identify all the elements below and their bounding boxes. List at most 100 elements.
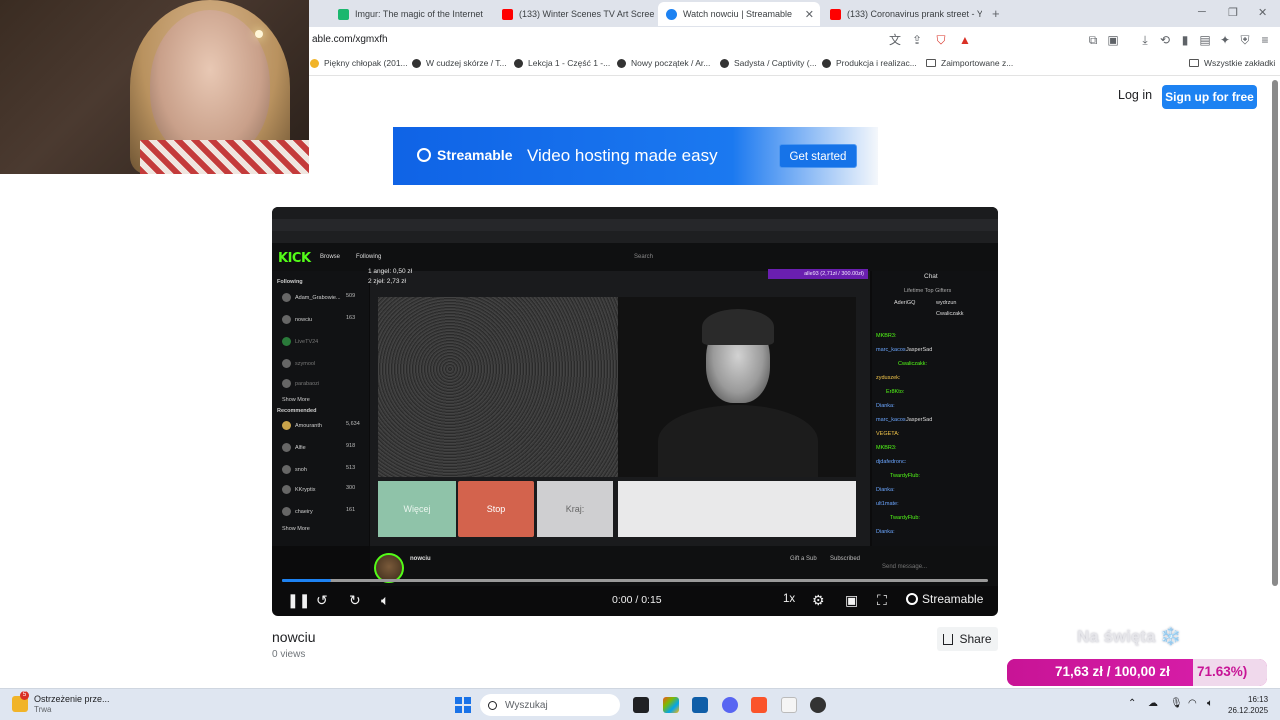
bookmark-item[interactable]: Nowy początek / Ar...	[617, 58, 710, 68]
get-started-button[interactable]: Get started	[779, 144, 857, 168]
bookmark-item[interactable]: Piękny chłopak (201...	[310, 58, 408, 68]
brave-shield-icon[interactable]: ⛉	[934, 33, 948, 47]
minimize-icon[interactable]: ─	[1198, 6, 1206, 18]
chat-text: JasperSad	[906, 347, 933, 353]
pause-icon[interactable]: ❚❚	[287, 591, 310, 609]
chat-user: zyduszek:	[876, 375, 901, 381]
static-noise	[378, 297, 618, 477]
donation-goal: 71,63 zł / 100,00 zł 71.63%)	[1007, 659, 1267, 686]
chat-user: TwardyFlub:	[890, 473, 920, 479]
avatar	[282, 293, 291, 302]
tab-streamable[interactable]: Watch nowciu | Streamable ✕	[658, 2, 820, 26]
chat-user: Er8Kto:	[886, 389, 905, 395]
tab-label: (133) Coronavirus prank street - YouT	[847, 9, 982, 19]
chat-user: djdafedronc:	[876, 459, 907, 465]
mic-icon[interactable]: 🎙︎	[1170, 698, 1183, 709]
share-page-icon[interactable]: ⇪	[910, 33, 924, 47]
rewind-icon[interactable]: ↺	[316, 591, 328, 609]
donation-line-1: 1 angel: 0,50 zł	[368, 268, 413, 275]
streamable-logo: Streamable	[417, 147, 512, 163]
channel-row: LiveTV24	[282, 337, 318, 346]
folder-icon	[926, 59, 936, 67]
sidebar-icon[interactable]: ▮	[1178, 33, 1192, 47]
bookmark-item[interactable]: Produkcja i realizac...	[822, 58, 917, 68]
new-tab-button[interactable]: +	[992, 6, 1000, 21]
share-button[interactable]: Share	[937, 627, 998, 651]
discord-icon[interactable]	[722, 697, 738, 713]
goal-bar: alle93 (2,71zł / 300.00zł)	[768, 269, 868, 279]
restore-icon[interactable]: ❐	[1228, 6, 1238, 19]
embedded-panel	[618, 481, 856, 537]
download-icon[interactable]: ⤓	[1138, 33, 1152, 47]
embedded-tab-bar	[272, 207, 998, 219]
avatar	[282, 315, 291, 324]
video-player[interactable]: KICK Browse Following Search Following A…	[272, 207, 998, 616]
close-icon[interactable]: ✕	[805, 8, 814, 21]
wallet-icon[interactable]: ▤	[1198, 33, 1212, 47]
fullscreen-icon[interactable]: ⛶	[877, 591, 887, 609]
menu-icon[interactable]: ≡	[1258, 33, 1272, 47]
store-icon[interactable]	[692, 697, 708, 713]
channel-row: nowciu 163	[282, 315, 355, 324]
address-bar[interactable]: able.com/xgmxfh	[312, 34, 388, 45]
tray-chevron-icon[interactable]: ⌃	[1128, 698, 1136, 709]
history-icon[interactable]: ⟲	[1158, 33, 1172, 47]
login-link[interactable]: Log in	[1118, 88, 1152, 102]
streamable-watermark[interactable]: Streamable	[906, 592, 983, 606]
tab-youtube-winter[interactable]: (133) Winter Scenes TV Art Screensa	[494, 2, 654, 26]
show-more: Show More	[282, 526, 310, 532]
wifi-icon[interactable]: ◠	[1188, 698, 1197, 709]
avatar	[282, 485, 291, 494]
bookmark-item[interactable]: Lekcja 1 - Część 1 -...	[514, 58, 610, 68]
page-scrollbar[interactable]	[1272, 80, 1278, 586]
gifter: Cwaliczakk	[936, 311, 964, 317]
taskbar-search[interactable]: Wyszukaj	[480, 694, 620, 716]
notification-widget[interactable]: 5 Ostrzeżenie prze... Trwa	[12, 691, 110, 714]
all-bookmarks[interactable]: Wszystkie zakładki	[1189, 58, 1275, 68]
network-icon[interactable]: ☁	[1148, 698, 1158, 709]
app-icon[interactable]	[810, 697, 826, 713]
close-window-icon[interactable]: ✕	[1258, 6, 1267, 19]
gifter: AderiGQ	[894, 300, 916, 306]
speaker-icon[interactable]: 🔈︎	[1207, 698, 1213, 709]
tab-youtube-prank[interactable]: (133) Coronavirus prank street - YouT	[822, 2, 982, 26]
kick-chat: Chat Lifetime Top Gifters AderiGQ wydrzu…	[872, 271, 998, 546]
show-more: Show More	[282, 397, 310, 403]
rewards-icon[interactable]: ▲	[958, 33, 972, 47]
country-button: Kraj:	[537, 481, 613, 537]
pip-icon[interactable]: ▣	[845, 591, 858, 609]
promo-banner[interactable]: Streamable Video hosting made easy Get s…	[393, 127, 878, 185]
kick-following: Following	[356, 254, 382, 260]
folder-icon	[1189, 59, 1199, 67]
playback-speed[interactable]: 1x	[783, 593, 795, 605]
vpn-icon[interactable]: ⛨	[1238, 33, 1252, 47]
extensions-icon[interactable]: ⧉	[1086, 33, 1100, 47]
leo-icon[interactable]: ✦	[1218, 33, 1232, 47]
settings-icon[interactable]: ⚙	[812, 591, 825, 609]
notepad-icon[interactable]	[781, 697, 797, 713]
channel-row: snoh 513	[282, 465, 355, 474]
avatar	[282, 507, 291, 516]
translate-icon[interactable]: 文	[888, 33, 902, 47]
volume-icon[interactable]: 🔈︎	[381, 591, 389, 609]
signup-button[interactable]: Sign up for free	[1162, 85, 1257, 109]
tab-imgur[interactable]: Imgur: The magic of the Internet	[330, 2, 490, 26]
start-icon[interactable]	[455, 697, 471, 713]
clock[interactable]: 16:13 26.12.2025	[1228, 694, 1268, 716]
bookmark-item[interactable]: Sadysta / Captivity (...	[720, 58, 817, 68]
following-header: Following	[277, 279, 303, 285]
brave-icon[interactable]	[751, 697, 767, 713]
forward-icon[interactable]: ↻	[349, 591, 361, 609]
progress-bar[interactable]	[282, 579, 988, 582]
tab-search-icon[interactable]: ▣	[1106, 33, 1120, 47]
avatar	[282, 379, 291, 388]
recommended-header: Recommended	[277, 408, 317, 414]
progress-fill	[282, 579, 332, 582]
webcam-face	[150, 10, 270, 160]
copilot-icon[interactable]	[663, 697, 679, 713]
task-view-icon[interactable]	[633, 697, 649, 713]
imgur-icon	[338, 8, 349, 20]
donation-line-2: 2 zjeł: 2,73 zł	[368, 278, 406, 285]
bookmark-folder[interactable]: Zaimportowane z...	[926, 58, 1013, 68]
bookmark-item[interactable]: W cudzej skórze / T...	[412, 58, 507, 68]
